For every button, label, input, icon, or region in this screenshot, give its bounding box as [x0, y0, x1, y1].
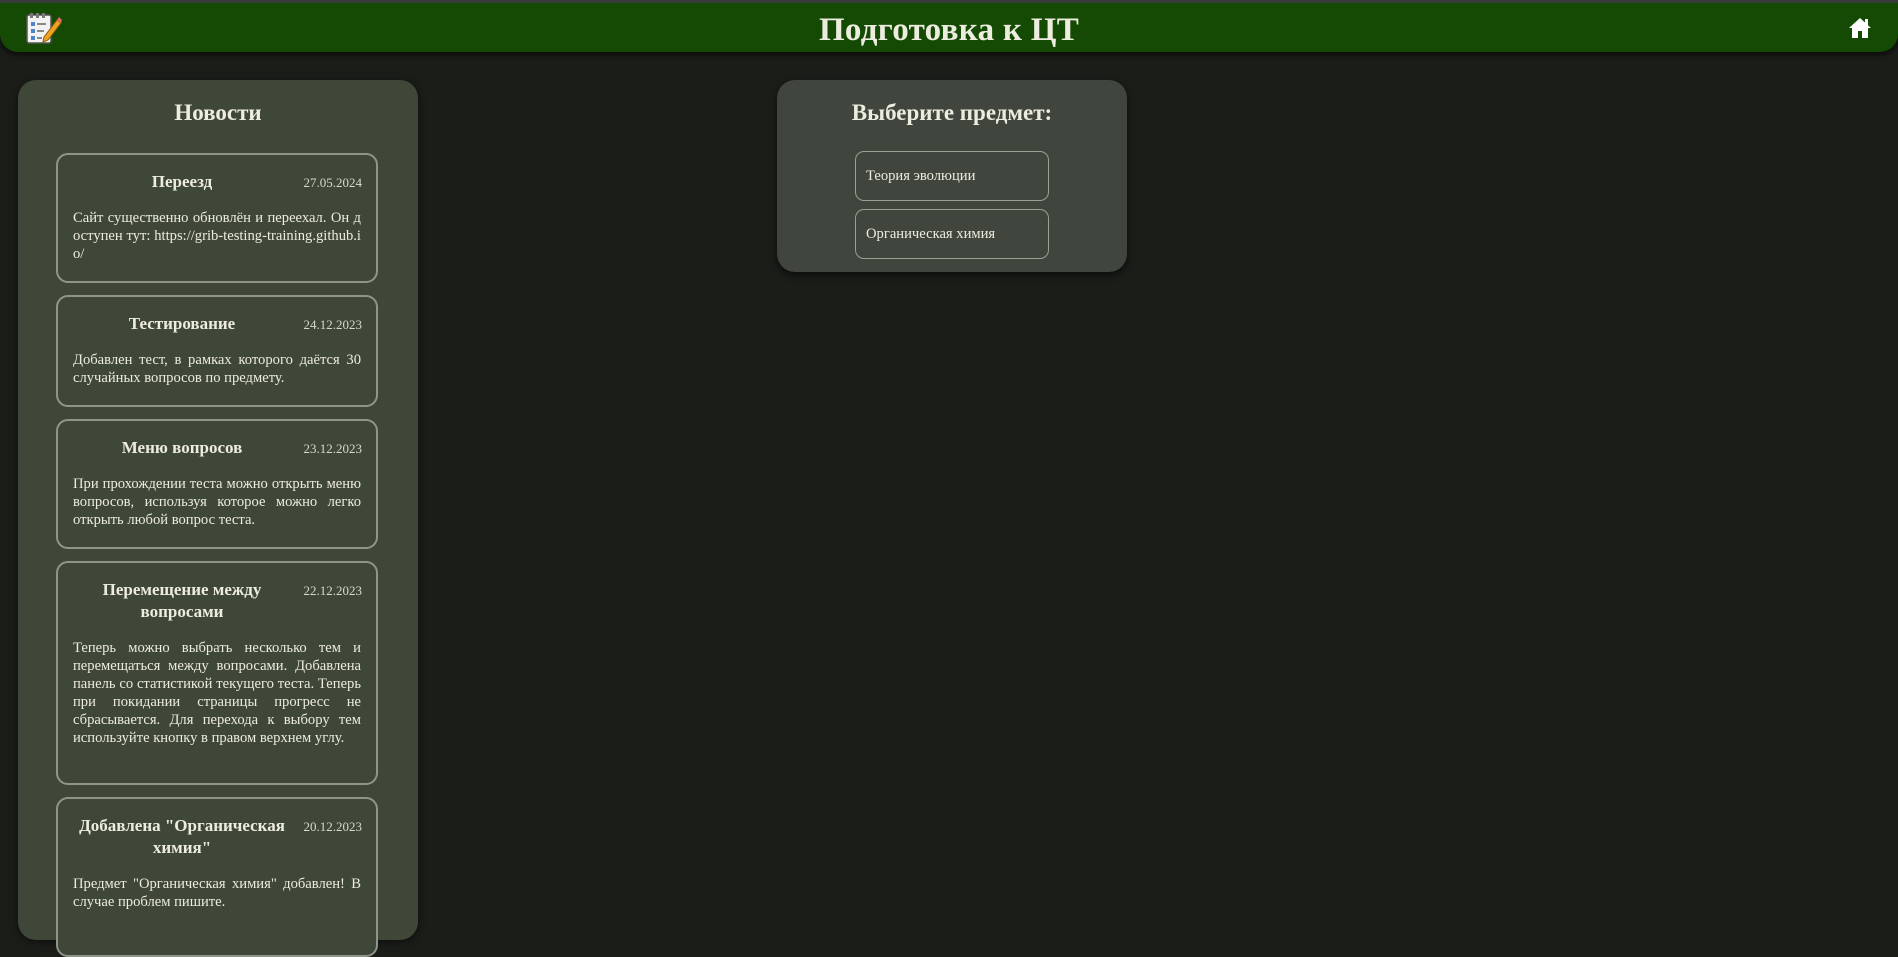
news-text: Теперь можно выбрать несколько тем и пер…: [73, 640, 361, 746]
news-text: При прохождении теста можно открыть меню…: [73, 476, 361, 528]
news-title: Перемещение между вопросами: [102, 580, 262, 621]
news-date: 22.12.2023: [303, 583, 363, 598]
news-title: Меню вопросов: [121, 438, 243, 457]
news-text: Добавлен тест, в рамках которого даётся …: [73, 352, 361, 386]
news-title: Тестирование: [128, 314, 236, 333]
page-title: Подготовка к ЦТ: [818, 12, 1080, 48]
home-icon[interactable]: [1848, 17, 1872, 39]
top-bar: Подготовка к ЦТ: [0, 0, 1898, 52]
subject-button-organic-chemistry[interactable]: Органическая химия: [855, 209, 1049, 259]
news-title: Добавлена "Органическая химия": [79, 816, 285, 857]
news-card: Тестирование 24.12.2023 Добавлен тест, в…: [56, 295, 378, 407]
news-title: Переезд: [151, 172, 213, 191]
news-card: Добавлена "Органическая химия" 20.12.202…: [56, 797, 378, 957]
news-date: 20.12.2023: [303, 819, 363, 834]
news-date: 24.12.2023: [303, 317, 363, 332]
news-date: 23.12.2023: [303, 441, 363, 456]
subject-heading: Выберите предмет:: [851, 100, 1053, 125]
news-text: Сайт существенно обновлён и переехал. Он…: [73, 210, 361, 262]
news-date: 27.05.2024: [303, 175, 363, 190]
news-card: Перемещение между вопросами 22.12.2023 Т…: [56, 561, 378, 785]
news-card: Переезд 27.05.2024 Сайт существенно обно…: [56, 153, 378, 283]
news-text: Предмет "Органическая химия" добавлен! В…: [73, 876, 361, 910]
subject-button-evolution[interactable]: Теория эволюции: [855, 151, 1049, 201]
news-panel: Новости Переезд 27.05.2024 Сайт существе…: [18, 80, 418, 957]
news-heading: Новости: [174, 100, 262, 125]
subject-panel: Выберите предмет: Теория эволюции Органи…: [777, 80, 1127, 272]
news-card: Меню вопросов 23.12.2023 При прохождении…: [56, 419, 378, 549]
